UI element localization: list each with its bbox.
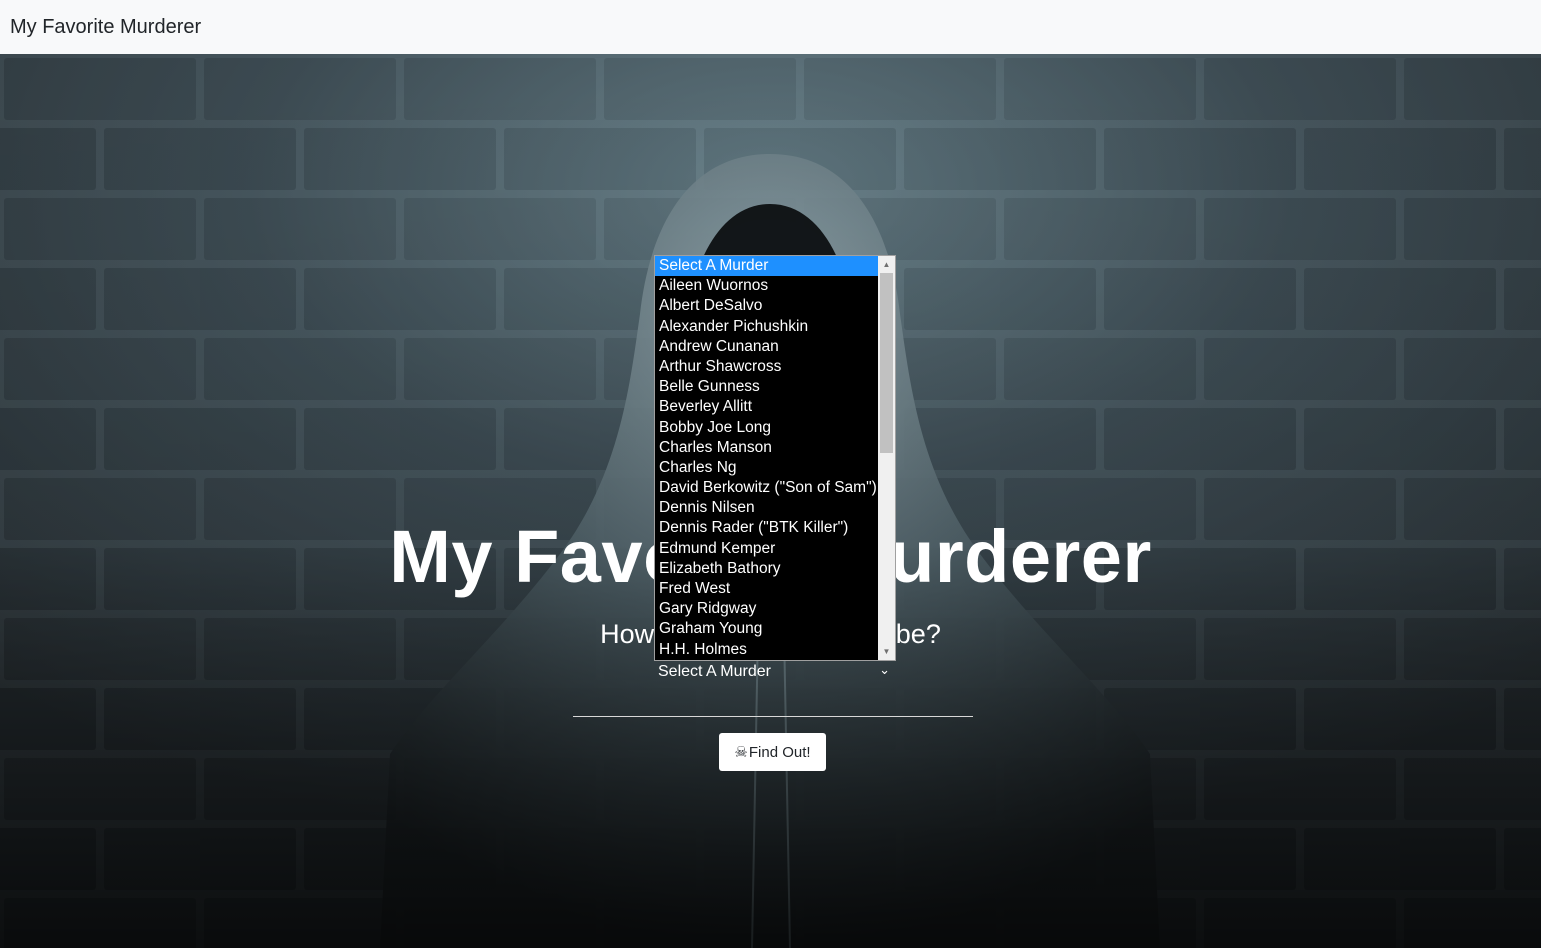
- dropdown-option[interactable]: Alexander Pichushkin: [655, 317, 879, 337]
- dropdown-option[interactable]: Graham Young: [655, 619, 879, 639]
- dropdown-option[interactable]: H.H. Holmes: [655, 640, 879, 660]
- dropdown-option[interactable]: Charles Ng: [655, 458, 879, 478]
- navbar-brand[interactable]: My Favorite Murderer: [10, 16, 201, 39]
- dropdown-option[interactable]: Dennis Rader ("BTK Killer"): [655, 518, 879, 538]
- dropdown-scrollbar[interactable]: ▲ ▼: [878, 256, 895, 660]
- murder-select-value: Select A Murder: [658, 663, 771, 680]
- dropdown-option[interactable]: Albert DeSalvo: [655, 296, 879, 316]
- navbar: My Favorite Murderer: [0, 0, 1541, 54]
- dropdown-option[interactable]: Arthur Shawcross: [655, 357, 879, 377]
- dropdown-option[interactable]: Charles Manson: [655, 438, 879, 458]
- dropdown-option[interactable]: Elizabeth Bathory: [655, 559, 879, 579]
- dropdown-option[interactable]: David Berkowitz ("Son of Sam"): [655, 478, 879, 498]
- dropdown-option[interactable]: Beverley Allitt: [655, 397, 879, 417]
- find-out-label: Find Out!: [748, 743, 811, 761]
- dropdown-option[interactable]: Select A Murder: [655, 256, 879, 277]
- skull-crossbones-icon: ☠: [734, 744, 748, 761]
- chevron-down-icon: ⌄: [879, 662, 890, 677]
- dropdown-option[interactable]: Andrew Cunanan: [655, 337, 879, 357]
- dropdown-option[interactable]: Gary Ridgway: [655, 599, 879, 619]
- dropdown-options: Select A Murder Aileen Wuornos Albert DeSa…: [655, 256, 879, 660]
- dropdown-option[interactable]: Bobby Joe Long: [655, 418, 879, 438]
- find-out-button[interactable]: ☠ Find Out!: [719, 733, 826, 771]
- divider: [573, 716, 973, 717]
- scroll-down-arrow-icon[interactable]: ▼: [878, 643, 895, 660]
- murder-select-dropdown[interactable]: Select A Murder Aileen Wuornos Albert DeSa…: [654, 255, 896, 661]
- scroll-up-arrow-icon[interactable]: ▲: [878, 256, 895, 273]
- dropdown-option[interactable]: Fred West: [655, 579, 879, 599]
- murder-select[interactable]: Select A Murder ⌄: [654, 660, 894, 686]
- dropdown-option[interactable]: Aileen Wuornos: [655, 276, 879, 296]
- scroll-thumb[interactable]: [880, 273, 893, 453]
- dropdown-option[interactable]: Belle Gunness: [655, 377, 879, 397]
- dropdown-option[interactable]: Dennis Nilsen: [655, 498, 879, 518]
- dropdown-option[interactable]: Edmund Kemper: [655, 539, 879, 559]
